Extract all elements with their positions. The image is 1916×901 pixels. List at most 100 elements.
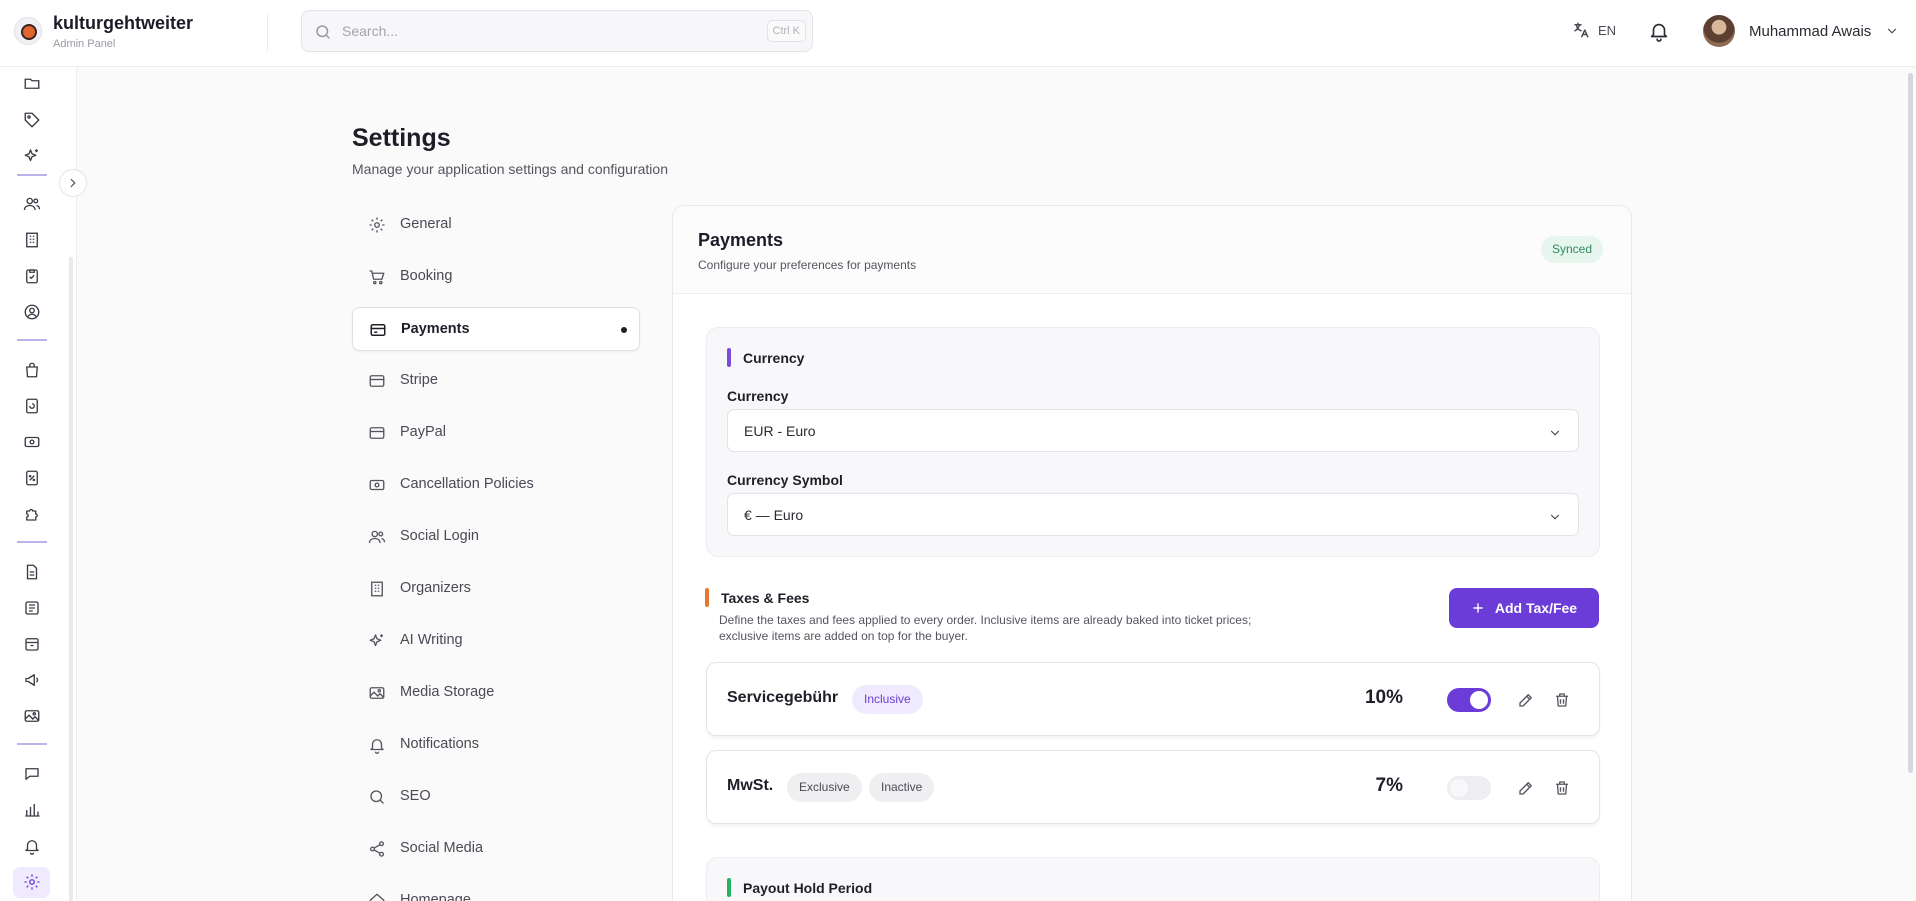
settings-nav-ai-writing[interactable]: AI Writing: [352, 619, 640, 663]
settings-nav-media-storage[interactable]: Media Storage: [352, 671, 640, 715]
settings-nav-cancellation-policies[interactable]: Cancellation Policies: [352, 463, 640, 507]
tax-percent: 10%: [1364, 687, 1403, 708]
nav-label: Booking: [400, 268, 453, 284]
currency-symbol-value: € — Euro: [744, 507, 804, 523]
sidebar-item-blog[interactable]: [21, 597, 43, 619]
building-icon: [26, 232, 38, 248]
share-icon: [369, 841, 385, 857]
tax-row: Servicegebühr Inclusive 10%: [706, 662, 1600, 736]
main-scrollbar[interactable]: [1908, 67, 1913, 901]
trash-icon[interactable]: [1553, 779, 1571, 797]
sidebar-expand-button[interactable]: [59, 169, 87, 197]
sidebar-item-payments[interactable]: [21, 431, 43, 453]
tax-enabled-toggle[interactable]: [1447, 776, 1491, 800]
file-icon: [26, 564, 38, 580]
nav-label: Notifications: [400, 736, 479, 752]
page-subtitle: Manage your application settings and con…: [352, 161, 668, 177]
newspaper-icon: [25, 601, 39, 615]
bell-icon: [1650, 23, 1668, 42]
sidebar-item-profile[interactable]: [21, 301, 43, 323]
section-accent: [727, 878, 731, 897]
nav-label: PayPal: [400, 424, 446, 440]
tax-row: MwSt. Exclusive Inactive 7%: [706, 750, 1600, 824]
tax-status-badge: Inactive: [869, 773, 935, 802]
taxes-section-title: Taxes & Fees: [705, 588, 809, 607]
image-icon: [369, 687, 385, 699]
tax-percent: 7%: [1375, 775, 1403, 796]
card-icon: [369, 375, 385, 387]
users-icon: [368, 530, 386, 544]
nav-label: Media Storage: [400, 684, 495, 700]
sidebar-item-analytics[interactable]: [21, 799, 43, 821]
sidebar-scrollbar[interactable]: [69, 257, 73, 901]
settings-nav-seo[interactable]: SEO: [352, 775, 640, 819]
edit-icon[interactable]: [1517, 779, 1535, 797]
user-circle-icon: [24, 304, 40, 320]
sidebar-item-archive[interactable]: [21, 633, 43, 655]
search-input[interactable]: [342, 21, 722, 41]
brand-logo[interactable]: [14, 17, 42, 45]
currency-section-title: Currency: [727, 348, 804, 367]
settings-nav-homepage[interactable]: Homepage: [352, 879, 640, 901]
nav-label: Payments: [401, 321, 470, 337]
chevron-down-icon: [1888, 28, 1897, 34]
sidebar-item-settings[interactable]: [21, 871, 43, 893]
settings-nav-social-login[interactable]: Social Login: [352, 515, 640, 559]
sidebar-item-organizers[interactable]: [21, 229, 43, 251]
edit-icon[interactable]: [1517, 691, 1535, 709]
settings-nav-general[interactable]: General: [352, 203, 640, 247]
trash-icon[interactable]: [1553, 691, 1571, 709]
clipboard-icon: [26, 269, 38, 284]
cart-icon: [369, 270, 385, 285]
settings-nav-booking[interactable]: Booking: [352, 255, 640, 299]
chevron-down-icon: [1550, 430, 1560, 436]
divider: [267, 14, 268, 52]
sidebar-item-notifications[interactable]: [21, 835, 43, 857]
payout-panel: Payout Hold Period: [706, 857, 1600, 901]
settings-nav-stripe[interactable]: Stripe: [352, 359, 640, 403]
tax-enabled-toggle[interactable]: [1447, 688, 1491, 712]
sidebar-item-ai[interactable]: [21, 145, 43, 167]
settings-nav-organizers[interactable]: Organizers: [352, 567, 640, 611]
bell-icon: [370, 739, 384, 754]
brand-name[interactable]: kulturgehtweiter: [53, 13, 193, 34]
sparkles-icon: [369, 634, 383, 647]
icon-sidebar: [0, 67, 87, 901]
sidebar-item-discounts[interactable]: [21, 467, 43, 489]
nav-label: General: [400, 216, 452, 232]
sidebar-item-marketing[interactable]: [21, 669, 43, 691]
sidebar-item-media[interactable]: [21, 705, 43, 727]
add-tax-fee-button[interactable]: Add Tax/Fee: [1449, 588, 1599, 628]
nav-label: Social Media: [400, 840, 484, 856]
language-switcher[interactable]: EN: [1572, 21, 1616, 39]
sidebar-item-messages[interactable]: [21, 763, 43, 785]
settings-nav-social-media[interactable]: Social Media: [352, 827, 640, 871]
sidebar-item-plugins[interactable]: [21, 503, 43, 525]
sidebar-item-tags[interactable]: [21, 109, 43, 131]
search-box[interactable]: Ctrl K: [301, 10, 813, 52]
currency-symbol-select[interactable]: € — Euro: [727, 493, 1579, 536]
avatar: [1703, 15, 1735, 47]
language-code: EN: [1598, 22, 1617, 38]
sidebar-item-orders[interactable]: [21, 359, 43, 381]
add-tax-fee-label: Add Tax/Fee: [1494, 600, 1578, 616]
chevron-right-icon: [70, 178, 76, 188]
image-icon: [24, 710, 40, 722]
notifications-button[interactable]: [1648, 20, 1670, 47]
sidebar-item-documents[interactable]: [21, 265, 43, 287]
settings-nav-notifications[interactable]: Notifications: [352, 723, 640, 767]
sidebar-item-users[interactable]: [21, 193, 43, 215]
search-icon: [370, 790, 384, 804]
nav-label: Homepage: [400, 892, 471, 901]
sidebar-item-invoices[interactable]: [21, 395, 43, 417]
nav-label: Cancellation Policies: [400, 476, 534, 492]
user-menu[interactable]: Muhammad Awais: [1703, 15, 1899, 47]
currency-select[interactable]: EUR - Euro: [727, 409, 1579, 452]
taxes-description: Define the taxes and fees applied to eve…: [719, 613, 1252, 643]
currency-label: Currency: [727, 388, 789, 404]
page-title: Settings: [352, 124, 451, 152]
settings-nav-payments[interactable]: Payments: [352, 307, 640, 351]
sidebar-item-pages[interactable]: [21, 561, 43, 583]
settings-nav-paypal[interactable]: PayPal: [352, 411, 640, 455]
sidebar-item-folder[interactable]: [21, 72, 43, 94]
